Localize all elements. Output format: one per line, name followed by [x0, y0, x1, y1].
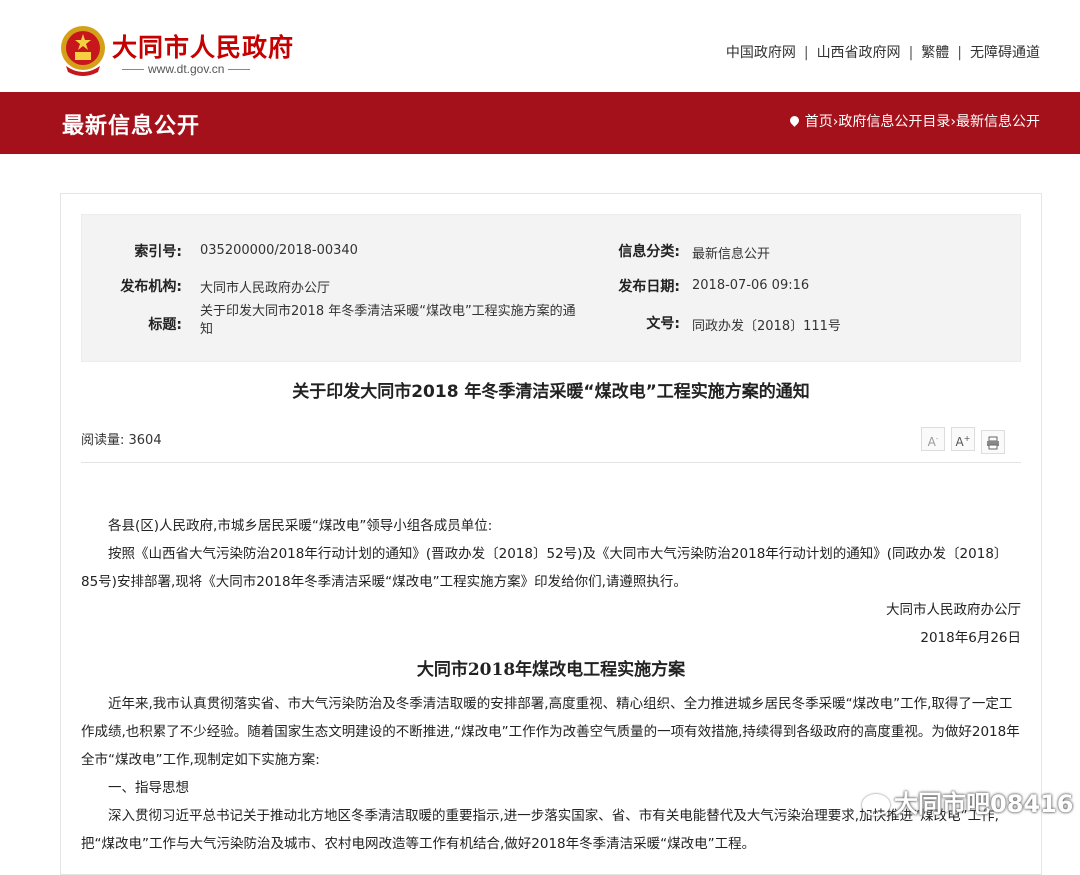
document-title: 关于印发大同市2018 年冬季清洁采暖“煤改电”工程实施方案的通知 [292, 382, 810, 402]
plan-title: 大同市2018年煤改电工程实施方案 [416, 660, 686, 680]
link-shanxi-gov[interactable]: 山西省政府网 [817, 45, 901, 61]
paragraph-background: 近年来,我市认真贯彻落实省、市大气污染防治及冬季清洁取暖的安排部署,高度重视、精… [81, 696, 1020, 768]
index-value: 035200000/2018-00340 [200, 243, 358, 258]
title-value: 关于印发大同市2018 年冬季清洁采暖“煤改电”工程实施方案的通知 [200, 304, 576, 337]
breadcrumb-text[interactable]: 首页›政府信息公开目录›最新信息公开 [805, 114, 1040, 130]
breadcrumb[interactable]: 首页›政府信息公开目录›最新信息公开 [787, 111, 1040, 131]
divider [81, 462, 1021, 463]
site-header: 大同市人民政府 www.dt.gov.cn 中国政府网 | 山西省政府网 | 繁體 | 无障… [0, 0, 1080, 92]
salutation: 各县(区)人民政府,市城乡居民采暖“煤改电”领导小组各成员单位: [108, 518, 493, 534]
category-label: 信息分类: [618, 244, 680, 260]
org-label: 发布机构: [120, 279, 182, 295]
section-banner: 最新信息公开 首页›政府信息公开目录›最新信息公开 [0, 92, 1080, 154]
category-value: 最新信息公开 [692, 247, 771, 262]
sign-date: 2018年6月26日 [920, 630, 1021, 646]
font-increase-button[interactable]: A+ [951, 427, 975, 451]
link-accessibility[interactable]: 无障碍通道 [970, 45, 1040, 61]
watermark-text: 大同市吧08416 [894, 790, 1074, 818]
index-label: 索引号: [134, 244, 182, 260]
docno-value: 同政办发〔2018〕111号 [692, 319, 841, 334]
link-traditional-chinese[interactable]: 繁體 [921, 45, 949, 61]
date-label: 发布日期: [618, 279, 680, 295]
font-decrease-button[interactable]: A- [921, 427, 945, 451]
paragraph-intro: 按照《山西省大气污染防治2018年行动计划的通知》(晋政办发〔2018〕52号)… [81, 546, 1008, 590]
top-links: 中国政府网 | 山西省政府网 | 繁體 | 无障碍通道 [725, 45, 1040, 61]
banner-title: 最新信息公开 [62, 114, 201, 139]
title-label: 标题: [148, 317, 182, 333]
read-count: 阅读量: 3604 [81, 433, 162, 448]
date-value: 2018-07-06 09:16 [692, 278, 810, 293]
link-gov-cn[interactable]: 中国政府网 [726, 45, 796, 61]
org-value: 大同市人民政府办公厅 [200, 281, 331, 296]
watermark: 大同市吧08416 [862, 784, 1074, 819]
metadata-panel: 索引号: 035200000/2018-00340 信息分类: 最新信息公开 发… [81, 214, 1021, 362]
docno-label: 文号: [646, 316, 680, 332]
print-icon[interactable] [981, 430, 1005, 454]
signer: 大同市人民政府办公厅 [886, 602, 1021, 618]
national-emblem-icon [61, 26, 105, 76]
location-pin-icon [787, 114, 801, 127]
site-name[interactable]: 大同市人民政府 [112, 28, 294, 64]
wechat-icon [862, 794, 890, 816]
site-url: www.dt.gov.cn [118, 62, 254, 76]
text-tools: A- A+ [915, 427, 1005, 454]
content-card: 索引号: 035200000/2018-00340 信息分类: 最新信息公开 发… [60, 193, 1042, 875]
